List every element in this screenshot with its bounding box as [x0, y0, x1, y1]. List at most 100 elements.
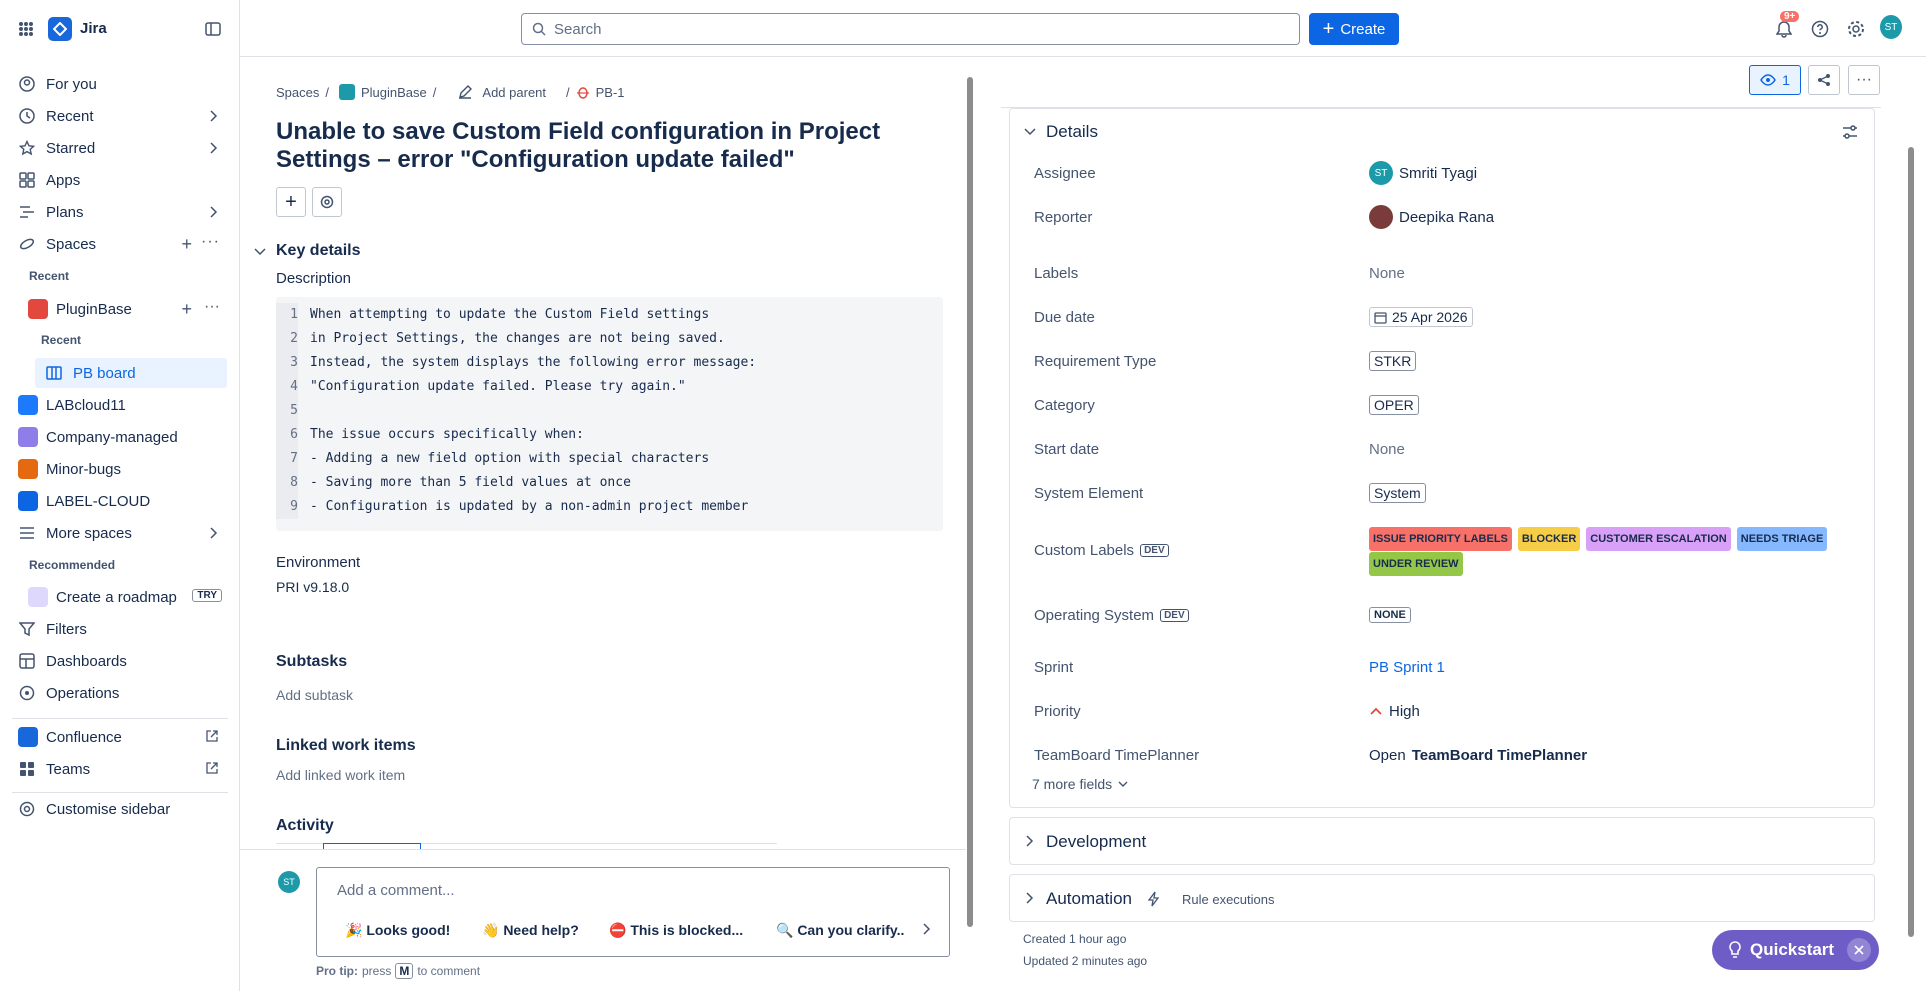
app-switcher-icon[interactable]: [18, 21, 34, 37]
sidebar-item-dashboards[interactable]: Dashboards: [12, 646, 228, 676]
sidebar-item-plans[interactable]: Plans: [12, 197, 228, 227]
comment-input[interactable]: Add a comment... 🎉 Looks good! 👋 Need he…: [316, 867, 950, 957]
apps-button[interactable]: [312, 187, 342, 217]
sidebar-space-labcloud11[interactable]: LABcloud11: [12, 390, 228, 420]
breadcrumb-issue-key[interactable]: PB-1: [596, 85, 625, 100]
sidebar-item-pb-board[interactable]: PB board: [35, 358, 227, 388]
scrollbar-thumb[interactable]: [967, 77, 973, 927]
more-icon[interactable]: ···: [201, 233, 220, 251]
watch-button[interactable]: 1: [1749, 65, 1801, 95]
help-icon[interactable]: [1809, 18, 1831, 40]
share-button[interactable]: [1808, 65, 1840, 95]
add-parent-link[interactable]: Add parent: [482, 85, 546, 100]
quick-comment-blocked[interactable]: ⛔ This is blocked...: [609, 922, 743, 939]
quick-comment-need-help[interactable]: 👋 Need help?: [482, 922, 579, 939]
search-input[interactable]: Search: [521, 13, 1300, 45]
sidebar-item-filters[interactable]: Filters: [12, 614, 228, 644]
priority-value[interactable]: High: [1369, 703, 1420, 720]
chevron-right-icon[interactable]: [208, 205, 218, 219]
chevron-right-icon[interactable]: [921, 922, 931, 936]
quickstart-button[interactable]: Quickstart: [1712, 930, 1879, 970]
sidebar-item-operations[interactable]: Operations: [12, 678, 228, 708]
field-assignee: Assignee ST Smriti Tyagi: [1034, 161, 1854, 185]
add-icon[interactable]: +: [181, 300, 192, 318]
sidebar-item-recent[interactable]: Recent: [12, 101, 228, 131]
pro-tip-key: M: [395, 963, 414, 979]
add-linked-item-link[interactable]: Add linked work item: [276, 767, 405, 783]
add-button[interactable]: +: [276, 187, 306, 217]
add-subtask-link[interactable]: Add subtask: [276, 687, 353, 703]
issue-title[interactable]: Unable to save Custom Field configuratio…: [276, 118, 916, 174]
assignee-avatar: ST: [1369, 161, 1393, 185]
breadcrumb-spaces[interactable]: Spaces: [276, 85, 319, 100]
requirement-type-value[interactable]: STKR: [1369, 351, 1417, 371]
sidebar-item-customise[interactable]: Customise sidebar: [12, 794, 228, 824]
sidebar-space-minor-bugs[interactable]: Minor-bugs: [12, 454, 228, 484]
collapse-sidebar-icon[interactable]: [205, 21, 221, 37]
main-scrollbar[interactable]: [966, 57, 974, 931]
chevron-right-icon[interactable]: [208, 141, 218, 155]
sidebar-project-pluginbase[interactable]: PluginBase + ···: [12, 294, 228, 324]
configure-icon[interactable]: [1842, 125, 1858, 139]
subtasks-heading: Subtasks: [276, 653, 348, 670]
assignee-value[interactable]: ST Smriti Tyagi: [1369, 161, 1477, 185]
due-date-value[interactable]: 25 Apr 2026: [1369, 307, 1473, 327]
create-button[interactable]: + Create: [1309, 13, 1399, 45]
code-line: "Configuration update failed. Please try…: [310, 379, 686, 394]
sidebar-item-confluence[interactable]: Confluence: [12, 722, 228, 752]
automation-panel[interactable]: Automation Rule executions: [1009, 874, 1875, 922]
details-heading[interactable]: Details: [1046, 122, 1098, 142]
description-code-block[interactable]: 1 When attempting to update the Custom Fi…: [276, 297, 943, 531]
quick-comment-looks-good[interactable]: 🎉 Looks good!: [345, 922, 450, 939]
sidebar-scrollbar[interactable]: [1906, 57, 1916, 991]
close-icon[interactable]: [1847, 938, 1871, 962]
system-element-value[interactable]: System: [1369, 483, 1426, 503]
category-value[interactable]: OPER: [1369, 395, 1419, 415]
chevron-down-icon[interactable]: [1024, 127, 1036, 137]
key-details-heading[interactable]: Key details: [276, 242, 360, 260]
automation-heading: Automation: [1046, 889, 1132, 908]
sidebar-item-teams[interactable]: Teams: [12, 754, 228, 784]
development-panel[interactable]: Development: [1009, 817, 1875, 865]
operating-system-tag: NONE: [1369, 607, 1411, 623]
app-brand[interactable]: Jira: [80, 20, 107, 37]
custom-labels-value[interactable]: ISSUE PRIORITY LABELS BLOCKER CUSTOMER ESC…: [1369, 526, 1869, 576]
teamboard-value[interactable]: Open TeamBoard TimePlanner: [1369, 747, 1587, 764]
chevron-right-icon[interactable]: [208, 109, 218, 123]
sidebar-item-apps[interactable]: Apps: [12, 165, 228, 195]
sidebar-create-roadmap[interactable]: Create a roadmap TRY: [12, 582, 228, 612]
operating-system-value[interactable]: NONE: [1369, 607, 1411, 623]
settings-icon[interactable]: [1845, 18, 1867, 40]
sidebar-more-spaces[interactable]: More spaces: [12, 518, 228, 548]
reporter-value[interactable]: Deepika Rana: [1369, 205, 1494, 229]
code-line-number: 6: [276, 423, 298, 447]
comment-placeholder: Add a comment...: [337, 882, 455, 899]
sidebar-space-company-managed[interactable]: Company-managed: [12, 422, 228, 452]
breadcrumb-project[interactable]: PluginBase: [361, 85, 427, 100]
labels-value[interactable]: None: [1369, 265, 1405, 282]
jira-logo[interactable]: [48, 16, 72, 41]
sidebar-item-spaces[interactable]: Spaces + ···: [12, 229, 228, 259]
quickstart-label: Quickstart: [1750, 940, 1835, 959]
more-actions-button[interactable]: ···: [1848, 65, 1880, 95]
teams-icon: [18, 760, 36, 778]
due-date-text: 25 Apr 2026: [1392, 309, 1468, 325]
sidebar-item-starred[interactable]: Starred: [12, 133, 228, 163]
code-line: The issue occurs specifically when:: [310, 427, 584, 442]
sidebar-space-label-cloud[interactable]: LABEL-CLOUD: [12, 486, 228, 516]
add-space-icon[interactable]: +: [181, 235, 192, 253]
operating-system-text: Operating System: [1034, 606, 1155, 624]
more-icon[interactable]: ···: [204, 298, 220, 316]
chevron-down-icon[interactable]: [254, 247, 266, 257]
sprint-link[interactable]: PB Sprint 1: [1369, 659, 1445, 676]
start-date-value[interactable]: None: [1369, 441, 1405, 458]
quick-comment-clarify[interactable]: 🔍 Can you clarify..: [776, 922, 904, 939]
project-icon: [28, 299, 48, 319]
chevron-right-icon[interactable]: [208, 526, 218, 540]
environment-value[interactable]: PRI v9.18.0: [276, 579, 349, 595]
more-fields-toggle[interactable]: 7 more fields: [1032, 776, 1128, 792]
edit-icon: [458, 85, 473, 99]
user-avatar[interactable]: ST: [1880, 15, 1902, 39]
scrollbar-thumb[interactable]: [1908, 147, 1914, 937]
sidebar-item-for-you[interactable]: For you: [12, 69, 228, 99]
